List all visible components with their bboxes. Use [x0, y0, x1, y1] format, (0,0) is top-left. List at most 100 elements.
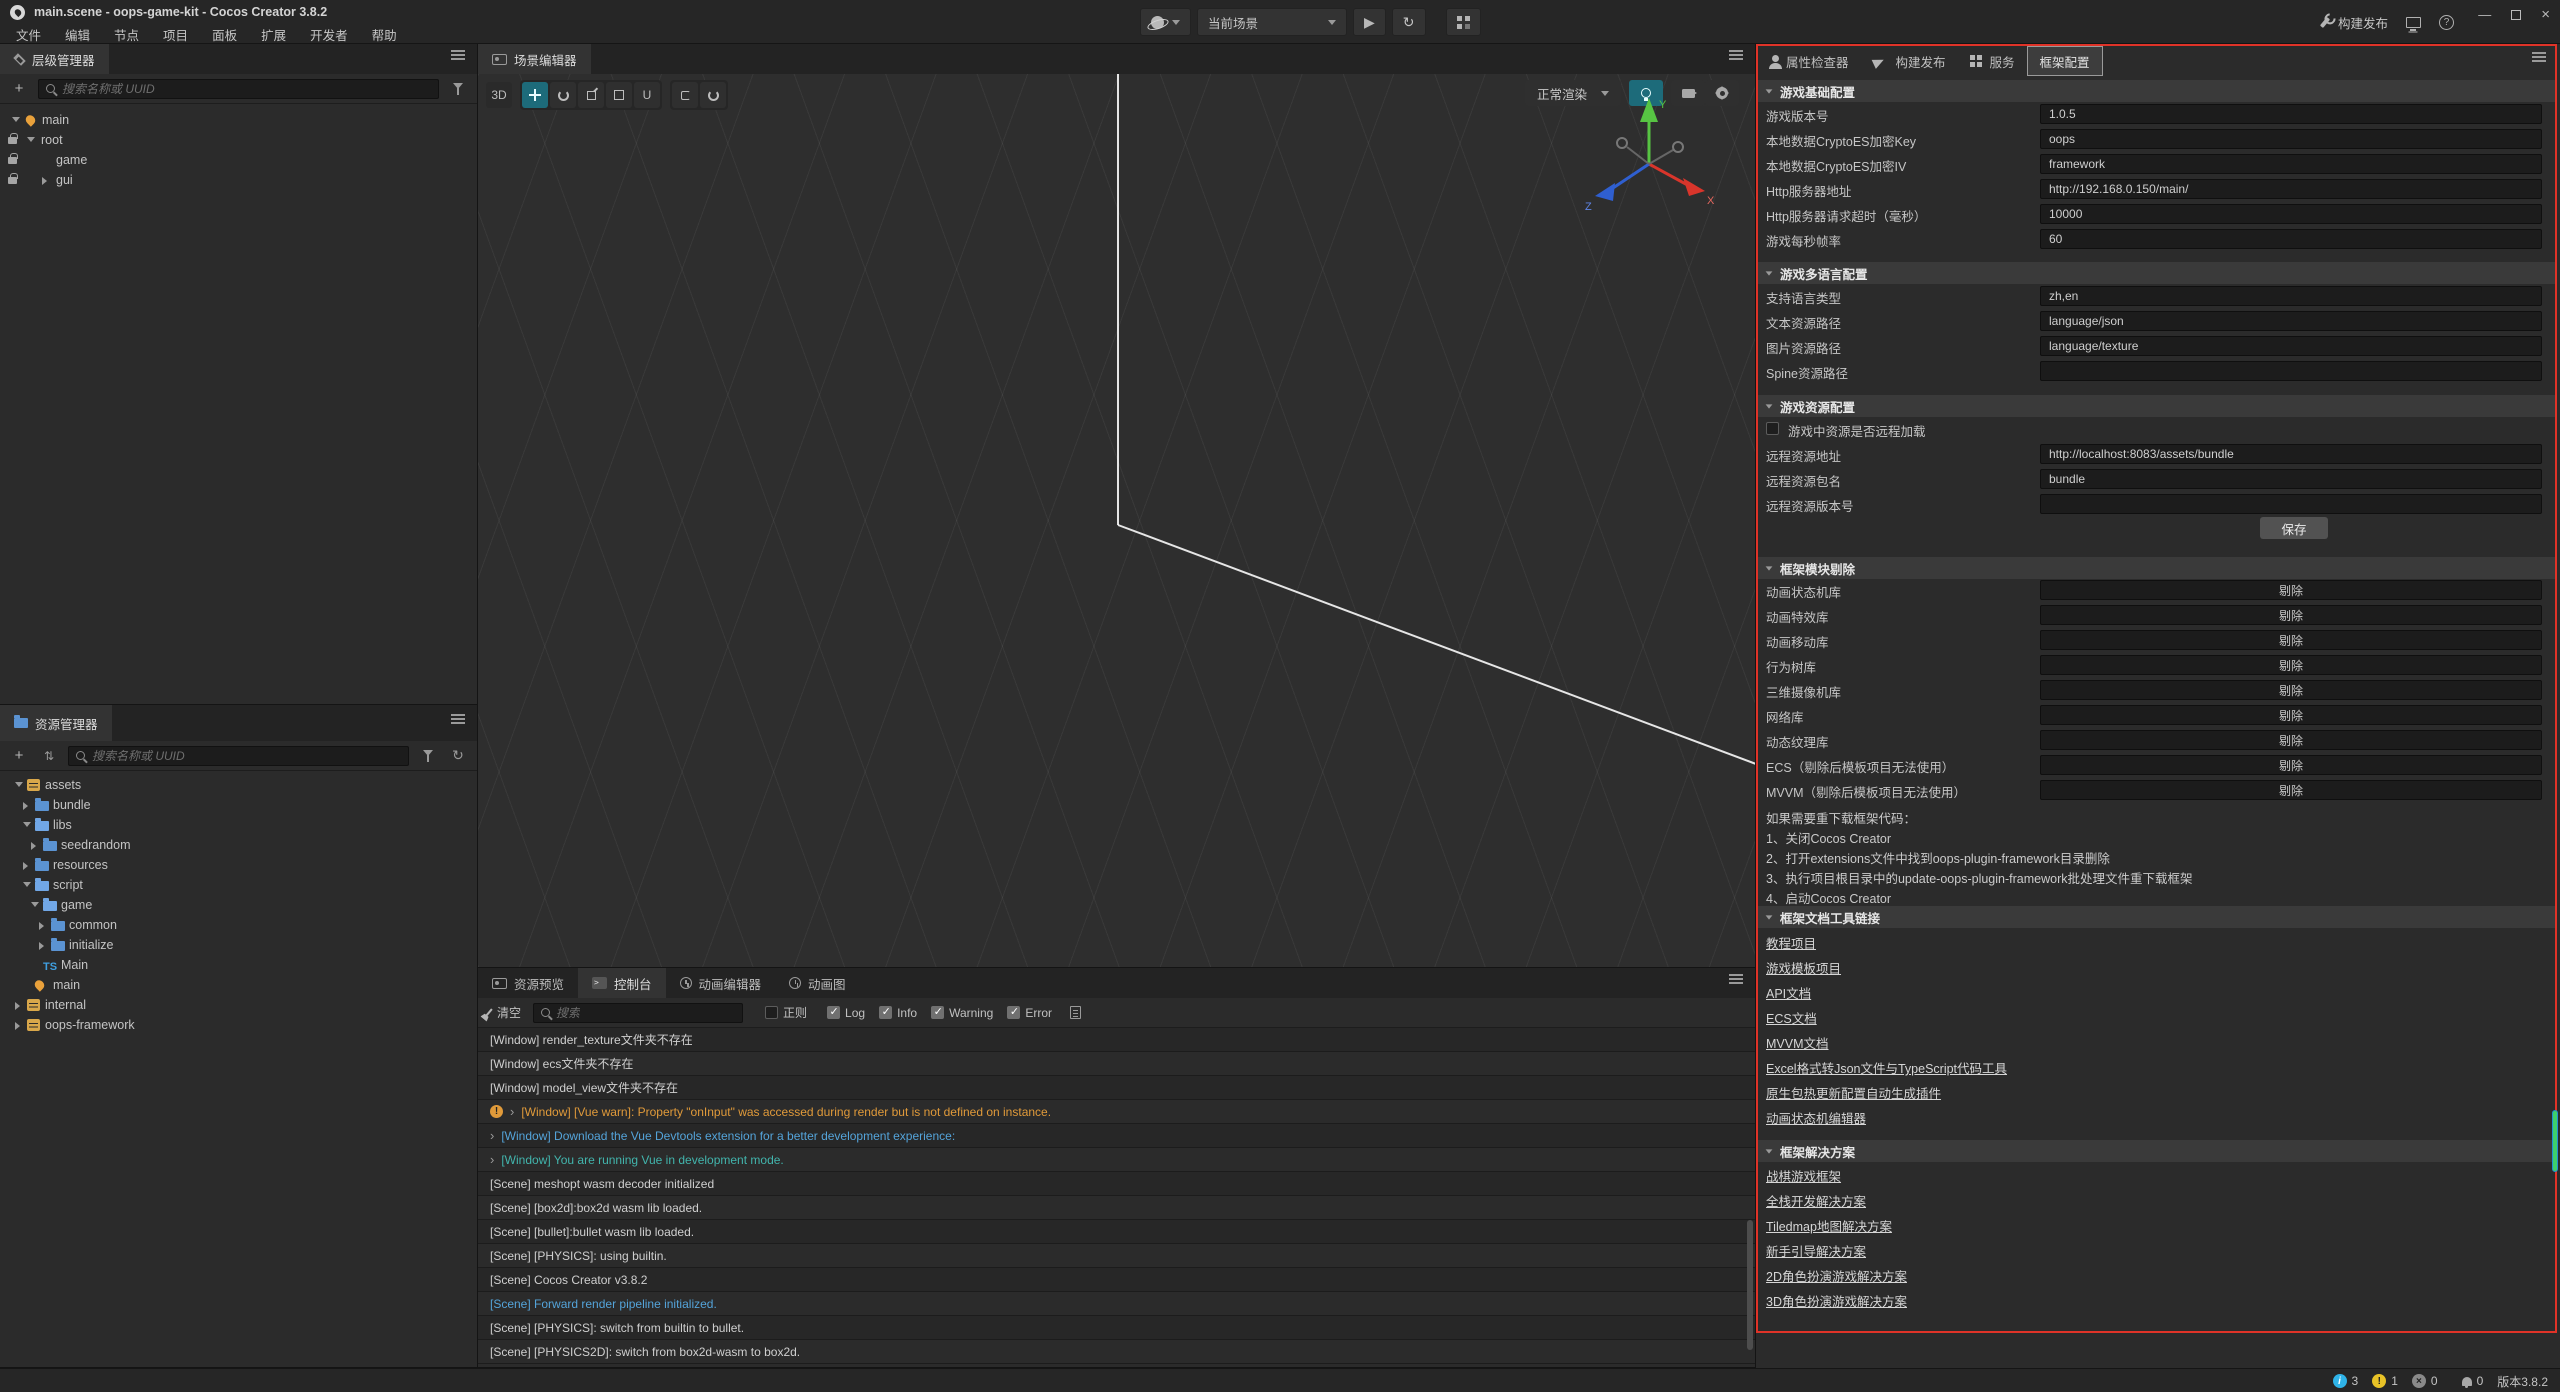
text-field[interactable]: 10000	[2040, 204, 2542, 224]
platform-select[interactable]	[1140, 8, 1191, 36]
inspector-tab-服务[interactable]: 服务	[1958, 46, 2027, 76]
section-header[interactable]: 框架解决方案	[1756, 1140, 2556, 1162]
console-log-row[interactable]: [Scene] [PHYSICS]: using builtin.	[478, 1244, 1755, 1268]
add-asset-button[interactable]: +	[8, 746, 30, 766]
text-field[interactable]: 1.0.5	[2040, 104, 2542, 124]
menu-item-开发者[interactable]: 开发者	[298, 25, 360, 44]
panel-menu-icon[interactable]	[451, 714, 465, 716]
chevron-icon[interactable]	[23, 822, 31, 827]
tree-node[interactable]: libs	[0, 815, 477, 835]
remove-module-button[interactable]: 剔除	[2040, 605, 2542, 625]
add-node-button[interactable]: +	[8, 79, 30, 99]
build-button[interactable]: 构建发布	[2323, 13, 2388, 32]
panel-menu-icon[interactable]	[2532, 52, 2546, 54]
console-log-row[interactable]: [Scene] [box2d]:box2d wasm lib loaded.	[478, 1196, 1755, 1220]
chevron-icon[interactable]	[23, 862, 28, 870]
solution-link[interactable]: 2D角色扮演游戏解决方案	[1766, 1266, 1907, 1285]
section-header[interactable]: 游戏资源配置	[1756, 395, 2556, 417]
remove-module-button[interactable]: 剔除	[2040, 780, 2542, 800]
menu-item-编辑[interactable]: 编辑	[53, 25, 102, 44]
hierarchy-search-input[interactable]: 搜索名称或 UUID	[38, 79, 439, 99]
doc-link[interactable]: 教程项目	[1766, 933, 1816, 952]
doc-link[interactable]: 动画状态机编辑器	[1766, 1108, 1866, 1127]
tree-node[interactable]: resources	[0, 855, 477, 875]
chevron-icon[interactable]	[23, 802, 28, 810]
text-field[interactable]: language/texture	[2040, 336, 2542, 356]
chevron-icon[interactable]	[15, 1022, 20, 1030]
warning-counter[interactable]: ! 1	[2372, 1374, 2398, 1388]
menu-item-文件[interactable]: 文件	[4, 25, 53, 44]
tree-node[interactable]: script	[0, 875, 477, 895]
inspector-tab-属性检查器[interactable]: 属性检查器	[1760, 46, 1861, 76]
filter-Error[interactable]: Error	[1007, 1006, 1052, 1020]
log-file-icon[interactable]	[1070, 1006, 1081, 1019]
assets-filter-button[interactable]	[417, 746, 439, 766]
tree-node[interactable]: main	[0, 110, 477, 130]
chevron-icon[interactable]	[12, 117, 20, 122]
checkbox[interactable]	[765, 1006, 778, 1019]
restart-button[interactable]: ↻	[1392, 8, 1426, 36]
solution-link[interactable]: 全栈开发解决方案	[1766, 1191, 1866, 1210]
console-log-row[interactable]: ›[Window] Download the Vue Devtools exte…	[478, 1124, 1755, 1148]
chevron-icon[interactable]	[39, 942, 44, 950]
scale-tool-button[interactable]	[578, 82, 604, 108]
tree-node[interactable]: root	[0, 130, 477, 150]
solution-link[interactable]: 战棋游戏框架	[1766, 1166, 1841, 1185]
text-field[interactable]: http://localhost:8083/assets/bundle	[2040, 444, 2542, 464]
doc-link[interactable]: MVVM文档	[1766, 1033, 1829, 1052]
close-button[interactable]: ×	[2541, 6, 2550, 23]
console-log-row[interactable]: [Scene] [bullet]:bullet wasm lib loaded.	[478, 1220, 1755, 1244]
tree-node[interactable]: initialize	[0, 935, 477, 955]
refresh-assets-button[interactable]: ↻	[447, 746, 469, 766]
tree-node[interactable]: internal	[0, 995, 477, 1015]
chevron-icon[interactable]	[31, 842, 36, 850]
solution-link[interactable]: 新手引导解决方案	[1766, 1241, 1866, 1260]
console-log-row[interactable]: ›[Window] You are running Vue in develop…	[478, 1148, 1755, 1172]
tab-动画编辑器[interactable]: 动画编辑器	[666, 968, 776, 998]
filter-Log[interactable]: Log	[827, 1006, 865, 1020]
chevron-icon[interactable]	[39, 922, 44, 930]
console-log-row[interactable]: [Scene] [PHYSICS]: switch from builtin t…	[478, 1316, 1755, 1340]
panel-menu-icon[interactable]	[1729, 974, 1743, 976]
inspector-tab-框架配置[interactable]: 框架配置	[2027, 46, 2103, 76]
text-field[interactable]: 60	[2040, 229, 2542, 249]
rotate-tool-button[interactable]	[550, 82, 576, 108]
tree-node[interactable]: seedrandom	[0, 835, 477, 855]
chevron-icon[interactable]	[31, 902, 39, 907]
chevron-icon[interactable]	[15, 782, 23, 787]
text-field[interactable]	[2040, 494, 2542, 514]
mode-3d-button[interactable]: 3D	[486, 82, 512, 108]
text-field[interactable]: framework	[2040, 154, 2542, 174]
sort-assets-button[interactable]: ⇅	[38, 746, 60, 766]
preview-qr-button[interactable]	[1446, 8, 1481, 36]
console-log-row[interactable]: [Scene] Cocos Creator v3.8.2	[478, 1268, 1755, 1292]
scene-viewport[interactable]: 3D U 正常渲染	[478, 74, 1755, 967]
clear-console-button[interactable]: 清空	[488, 1004, 521, 1021]
ui-transform-tool-button[interactable]: U	[634, 82, 660, 108]
inspector-scrollbar[interactable]	[2552, 1110, 2558, 1172]
tab-assets[interactable]: 资源管理器	[0, 705, 112, 741]
filter-Info[interactable]: Info	[879, 1006, 917, 1020]
console-log-row[interactable]: [Window] model_view文件夹不存在	[478, 1076, 1755, 1100]
remove-module-button[interactable]: 剔除	[2040, 580, 2542, 600]
solution-link[interactable]: 3D角色扮演游戏解决方案	[1766, 1291, 1907, 1310]
text-field[interactable]: oops	[2040, 129, 2542, 149]
section-header[interactable]: 游戏多语言配置	[1756, 262, 2556, 284]
console-log-row[interactable]: [Window] render_texture文件夹不存在	[478, 1028, 1755, 1052]
text-field[interactable]	[2040, 361, 2542, 381]
save-button[interactable]: 保存	[2260, 517, 2328, 539]
regex-checkbox[interactable]: 正则	[765, 1004, 807, 1021]
tree-node[interactable]: game	[0, 150, 477, 170]
tree-node[interactable]: common	[0, 915, 477, 935]
inspector-tab-构建发布[interactable]: 构建发布	[1861, 46, 1958, 76]
tab-资源预览[interactable]: 资源预览	[478, 968, 578, 998]
tree-node[interactable]: oops-framework	[0, 1015, 477, 1035]
console-log-row[interactable]: [Scene] meshopt wasm decoder initialized	[478, 1172, 1755, 1196]
snap-position-button[interactable]	[672, 82, 698, 108]
assets-search-input[interactable]: 搜索名称或 UUID	[68, 746, 409, 766]
section-header[interactable]: 框架文档工具链接	[1756, 906, 2556, 928]
info-counter[interactable]: i 3	[2333, 1374, 2359, 1388]
tree-node[interactable]: bundle	[0, 795, 477, 815]
remove-module-button[interactable]: 剔除	[2040, 730, 2542, 750]
remove-module-button[interactable]: 剔除	[2040, 755, 2542, 775]
